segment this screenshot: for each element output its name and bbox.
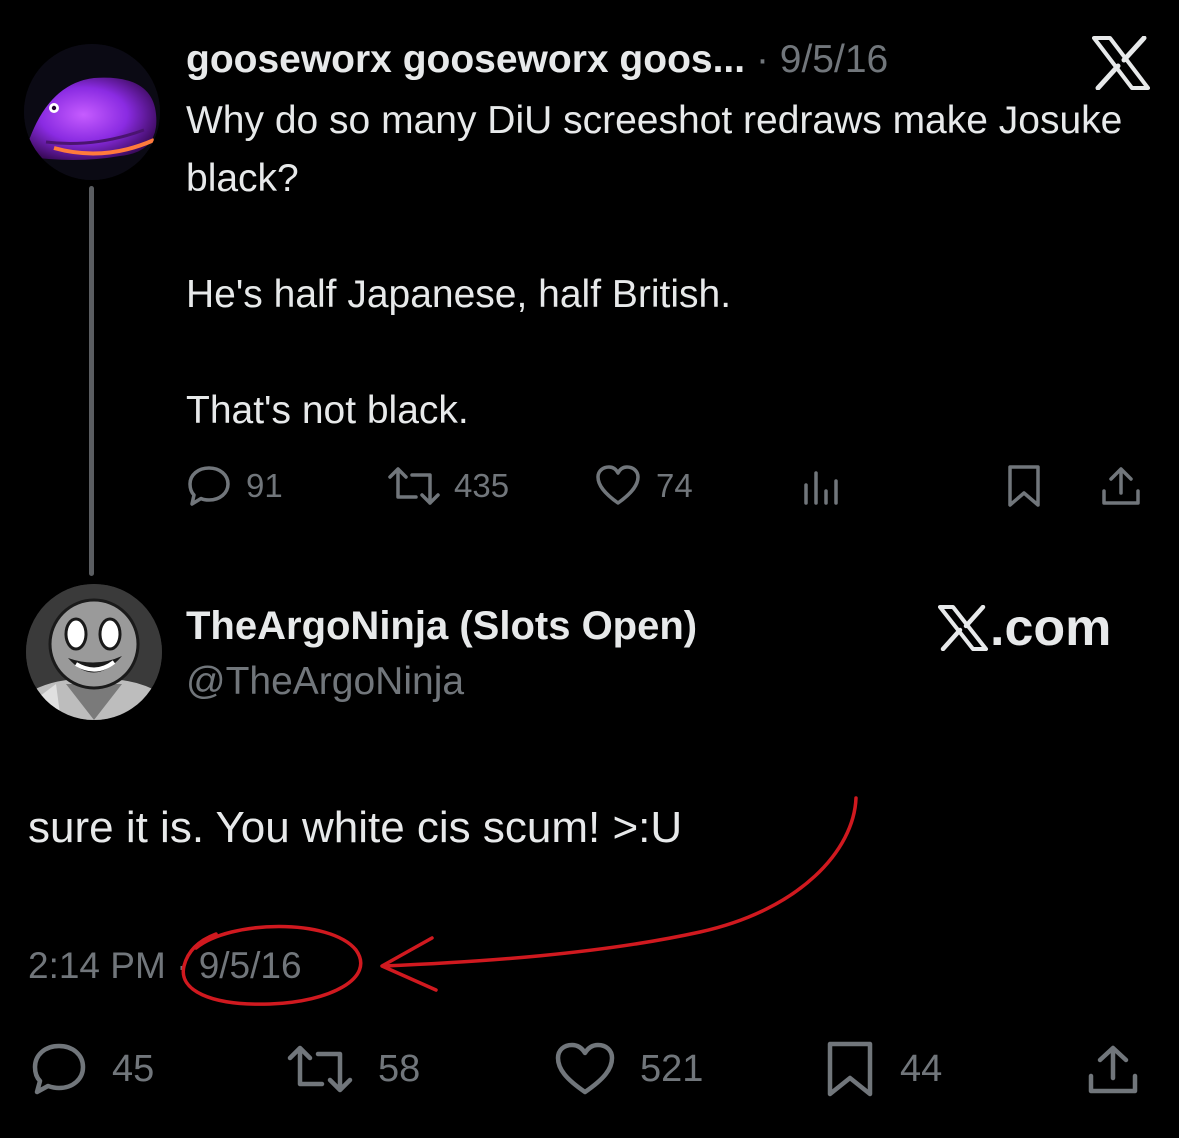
- analytics-icon: [804, 471, 838, 505]
- parent-display-name[interactable]: gooseworx gooseworx goos...: [186, 38, 745, 81]
- parent-tweet-date[interactable]: 9/5/16: [780, 38, 888, 81]
- repost-button[interactable]: 58: [286, 1038, 420, 1100]
- header-separator: ·: [755, 38, 769, 81]
- like-count: 74: [656, 467, 693, 504]
- reply-icon: [32, 1043, 86, 1095]
- like-button[interactable]: 74: [594, 458, 693, 514]
- reply-button[interactable]: 91: [186, 458, 283, 514]
- share-icon: [1088, 1045, 1138, 1094]
- repost-button[interactable]: 435: [386, 458, 509, 514]
- x-com-label: .com: [990, 599, 1112, 657]
- reply-count: 45: [112, 1047, 155, 1090]
- reply-icon: [188, 466, 230, 506]
- ninja-avatar-image: [26, 584, 162, 720]
- bookmark-button[interactable]: 44: [824, 1038, 942, 1100]
- share-icon: [1102, 467, 1140, 505]
- like-button[interactable]: 521: [554, 1038, 703, 1100]
- parent-tweet-header: gooseworx gooseworx goos... · 9/5/16: [186, 30, 1086, 90]
- avatar[interactable]: [24, 44, 160, 180]
- share-button[interactable]: [1084, 1038, 1142, 1100]
- tweet-date[interactable]: 9/5/16: [199, 945, 302, 986]
- repost-icon: [287, 1045, 353, 1093]
- thread-connector-line: [89, 186, 94, 576]
- whale-avatar-image: [24, 44, 160, 180]
- tweet-line: He's half Japanese, half British.: [186, 273, 732, 316]
- reply-count: 91: [246, 467, 283, 504]
- avatar[interactable]: [26, 584, 162, 720]
- reply-handle[interactable]: @TheArgoNinja: [186, 654, 464, 710]
- repost-icon: [388, 467, 440, 505]
- parent-tweet-text: Why do so many DiU screeshot redraws mak…: [186, 92, 1156, 440]
- tweet-timestamp: 2:14 PM · 9/5/16: [28, 938, 302, 994]
- timestamp-separator: ·: [176, 945, 189, 986]
- reply-tweet-text: sure it is. You white cis scum! >:U: [28, 803, 683, 852]
- repost-count: 435: [454, 467, 510, 504]
- bookmark-icon: [827, 1041, 873, 1097]
- bookmark-icon: [1008, 465, 1040, 507]
- repost-count: 58: [378, 1047, 421, 1090]
- tweet-line: That's not black.: [186, 389, 469, 432]
- heart-icon: [555, 1042, 615, 1095]
- bookmark-count: 44: [900, 1047, 943, 1090]
- reply-display-name[interactable]: TheArgoNinja (Slots Open): [186, 598, 697, 654]
- x-com-watermark: .com: [938, 596, 1111, 660]
- views-button[interactable]: [800, 458, 844, 514]
- share-button[interactable]: [1098, 458, 1144, 514]
- bookmark-button[interactable]: [1004, 458, 1044, 514]
- x-logo-icon: [938, 605, 988, 651]
- heart-icon: [596, 465, 640, 505]
- like-count: 521: [640, 1047, 704, 1090]
- reply-button[interactable]: 45: [30, 1038, 154, 1100]
- x-logo-icon: [1092, 35, 1150, 91]
- tweet-line: Why do so many DiU screeshot redraws mak…: [186, 99, 1123, 200]
- tweet-time[interactable]: 2:14 PM: [28, 945, 166, 986]
